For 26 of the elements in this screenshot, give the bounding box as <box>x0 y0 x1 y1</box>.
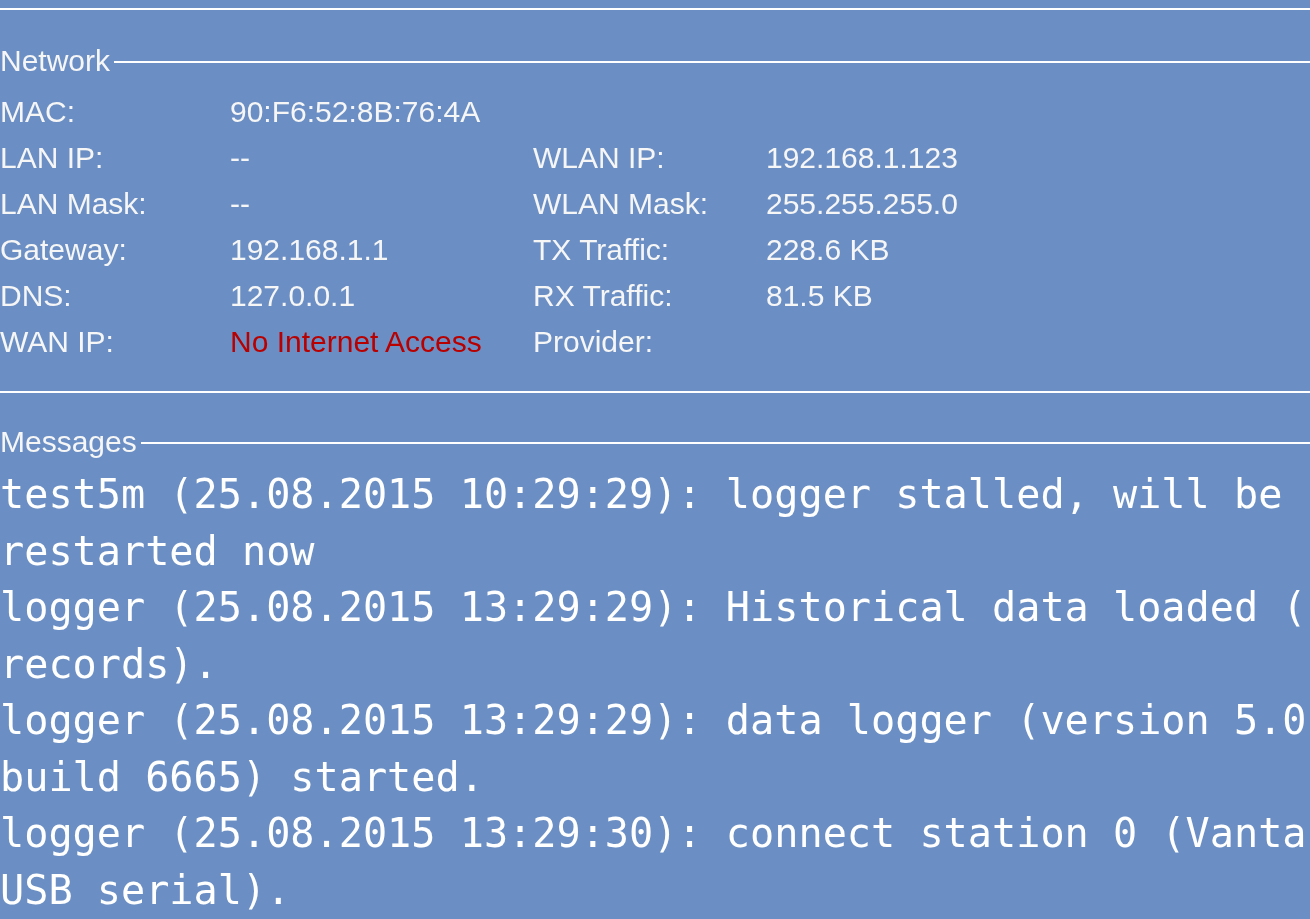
field-label: LAN IP: <box>0 141 104 175</box>
error-value: No Internet Access <box>230 325 482 359</box>
field-label: WLAN IP: <box>533 141 665 175</box>
field-value: 228.6 KB <box>766 233 890 267</box>
field-label: RX Traffic: <box>533 279 673 313</box>
field-label: DNS: <box>0 279 72 313</box>
field-label: WLAN Mask: <box>533 187 709 221</box>
section-title: Messages <box>0 425 137 459</box>
field-label: WAN IP: <box>0 325 114 359</box>
field-label: Gateway: <box>0 233 127 267</box>
field-value: -- <box>230 141 250 175</box>
log-message: logger (25.08.2015 13:29:29): Historical data loaded ( records). <box>0 583 1307 689</box>
field-label: LAN Mask: <box>0 187 147 221</box>
section-title: Network <box>0 44 111 78</box>
field-value: 127.0.0.1 <box>230 279 356 313</box>
field-label: MAC: <box>0 95 75 129</box>
field-value: -- <box>230 187 250 221</box>
field-value: 90:F6:52:8B:76:4A <box>230 95 481 129</box>
field-label: Provider: <box>533 325 654 359</box>
field-label: TX Traffic: <box>533 233 670 267</box>
field-value: 81.5 KB <box>766 279 873 313</box>
log-message: logger (25.08.2015 13:29:30): connect station 0 (Vanta USB serial). <box>0 809 1307 915</box>
field-value: 192.168.1.123 <box>766 141 958 175</box>
field-value: 255.255.255.0 <box>766 187 958 221</box>
log-message: logger (25.08.2015 13:29:29): data logger (version 5.0 build 6665) started. <box>0 696 1307 802</box>
field-value: 192.168.1.1 <box>230 233 389 267</box>
